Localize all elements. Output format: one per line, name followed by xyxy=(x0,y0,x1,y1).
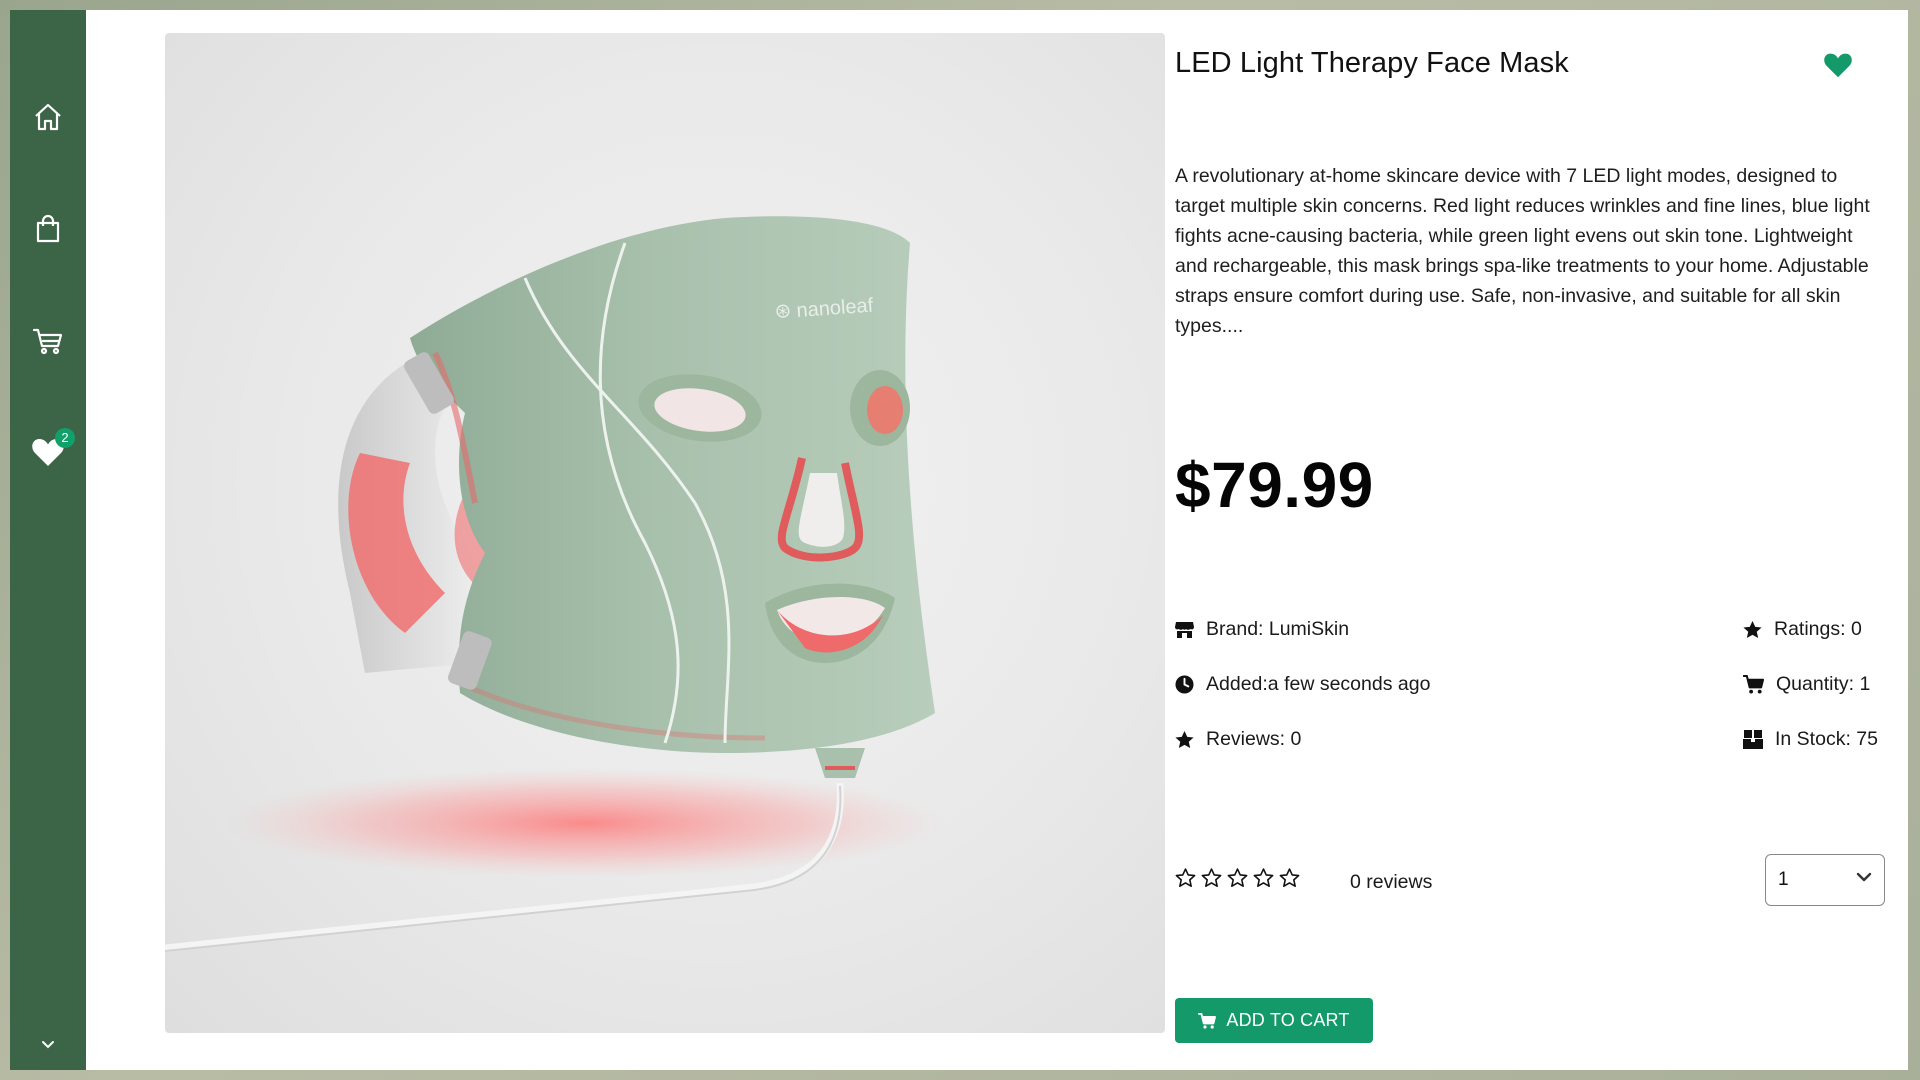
clock-icon xyxy=(1175,675,1194,694)
star-outline-icon[interactable] xyxy=(1227,868,1248,888)
product-price: $79.99 xyxy=(1175,449,1374,521)
review-count: 0 reviews xyxy=(1350,871,1433,893)
add-to-cart-button[interactable]: ADD TO CART xyxy=(1175,998,1373,1043)
svg-text:⊛: ⊛ xyxy=(774,300,792,323)
brand-info: Brand: LumiSkin xyxy=(1175,618,1349,641)
cart-icon xyxy=(1743,675,1764,694)
star-rating[interactable] xyxy=(1175,868,1300,888)
quantity-text: Quantity: 1 xyxy=(1776,673,1871,695)
sidebar-item-cart[interactable] xyxy=(10,313,86,369)
face-mask-illustration: ⊛ nanoleaf xyxy=(165,216,945,952)
stock-info: In Stock: 75 xyxy=(1743,728,1878,751)
star-icon xyxy=(1743,620,1762,638)
stock-text: In Stock: 75 xyxy=(1775,728,1878,750)
product-title: LED Light Therapy Face Mask xyxy=(1175,47,1569,79)
added-info: Added:a few seconds ago xyxy=(1175,673,1430,696)
quantity-select-value: 1 xyxy=(1778,869,1789,890)
star-outline-icon[interactable] xyxy=(1253,868,1274,888)
star-icon xyxy=(1175,730,1194,748)
product-image: ⊛ nanoleaf xyxy=(165,33,1165,1033)
cart-icon xyxy=(32,328,63,355)
ratings-info: Ratings: 0 xyxy=(1743,618,1862,641)
favorite-button[interactable] xyxy=(1823,51,1857,81)
cart-icon xyxy=(1198,1012,1217,1029)
added-text: Added:a few seconds ago xyxy=(1206,673,1431,695)
chevron-down-icon xyxy=(1856,872,1872,882)
star-outline-icon[interactable] xyxy=(1175,868,1196,888)
star-outline-icon[interactable] xyxy=(1279,868,1300,888)
app-window: 2 ⊛ nanoleaf LED Light Therapy Face Mask… xyxy=(10,10,1908,1070)
brand-text: Brand: LumiSkin xyxy=(1206,618,1350,640)
sidebar-expand-button[interactable] xyxy=(10,1030,86,1060)
chevron-down-icon xyxy=(42,1041,54,1049)
store-icon xyxy=(1175,622,1194,638)
quantity-info: Quantity: 1 xyxy=(1743,673,1870,696)
home-icon xyxy=(35,103,61,131)
boxes-icon xyxy=(1743,730,1763,749)
sidebar-item-wishlist[interactable]: 2 xyxy=(10,424,86,480)
product-description: A revolutionary at-home skincare device … xyxy=(1175,165,1870,337)
sidebar: 2 xyxy=(10,10,86,1070)
add-to-cart-label: ADD TO CART xyxy=(1226,1010,1350,1030)
wishlist-count-badge: 2 xyxy=(55,428,75,448)
sidebar-item-home[interactable] xyxy=(10,89,86,145)
reviews-info: Reviews: 0 xyxy=(1175,728,1301,751)
product-info: LED Light Therapy Face Mask A revolution… xyxy=(1175,33,1888,1043)
quantity-select[interactable]: 1 xyxy=(1765,854,1885,906)
reviews-text: Reviews: 0 xyxy=(1206,728,1302,750)
sidebar-item-shop[interactable] xyxy=(10,201,86,257)
star-outline-icon[interactable] xyxy=(1201,868,1222,888)
ratings-text: Ratings: 0 xyxy=(1774,618,1862,640)
heart-icon xyxy=(1824,53,1852,78)
shopping-bag-icon xyxy=(36,214,60,243)
